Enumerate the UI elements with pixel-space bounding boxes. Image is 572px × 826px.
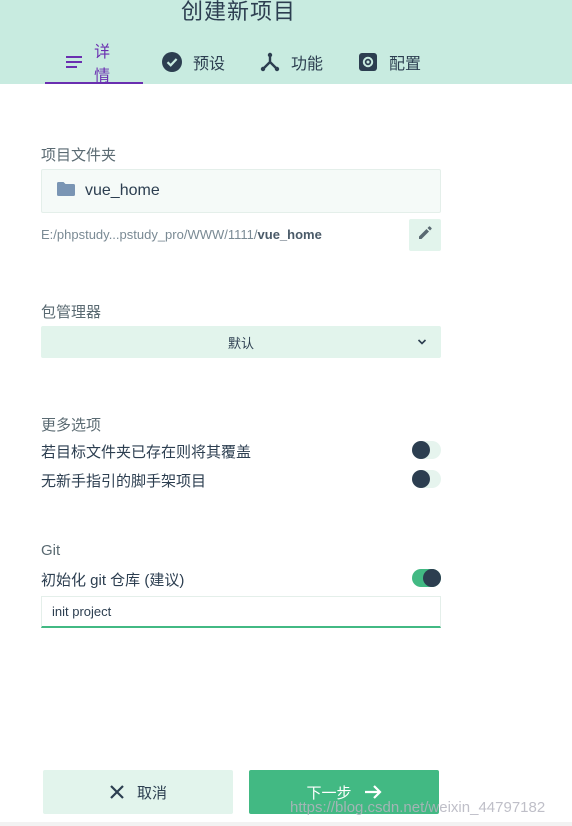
package-manager-label: 包管理器 [41,304,102,321]
commit-message-input[interactable] [41,596,441,628]
git-section-label: Git [41,542,61,559]
cancel-button[interactable]: 取消 [43,770,233,814]
close-icon [109,784,125,800]
pencil-icon [418,225,432,245]
folder-path-name: vue_home [257,227,322,242]
tab-preset[interactable]: 预设 [161,40,253,84]
folder-name: vue_home [85,182,160,199]
bottom-divider [0,822,572,826]
git-init-toggle[interactable] [412,569,441,587]
watermark: https://blog.csdn.net/weixin_44797182 [290,799,546,816]
chevron-down-icon [417,335,427,350]
folder-section-label: 项目文件夹 [41,147,117,164]
cancel-label: 取消 [136,784,167,802]
folder-path: E:/phpstudy...pstudy_pro/WWW/1111/vue_ho… [41,227,322,242]
page-title: 创建新项目 [181,0,297,24]
folder-icon [57,181,75,201]
tab-preset-label: 预设 [193,56,226,73]
package-manager-select[interactable]: 默认 [41,326,441,358]
check-circle-icon [161,51,183,73]
folder-path-prefix: E:/phpstudy...pstudy_pro/WWW/1111/ [41,227,258,242]
package-manager-value: 默认 [227,335,254,351]
toggle-knob [412,470,430,488]
tab-config[interactable]: 配置 [357,40,437,84]
toggle-knob [423,569,441,587]
folder-field[interactable]: vue_home [41,169,441,213]
merge-icon [259,51,281,73]
git-init-label: 初始化 git 仓库 (建议) [41,572,185,589]
settings-icon [357,51,379,73]
overwrite-toggle[interactable] [412,441,441,459]
tab-details[interactable]: 详情 [45,40,143,85]
tab-features[interactable]: 功能 [259,40,347,84]
toggle-knob [412,441,430,459]
overwrite-option-label: 若目标文件夹已存在则将其覆盖 [41,444,252,461]
tab-details-label: 详情 [94,44,111,85]
skip-getstarted-toggle[interactable] [412,470,441,488]
tab-features-label: 功能 [291,56,324,73]
skip-getstarted-option-label: 无新手指引的脚手架项目 [41,473,207,490]
edit-path-button[interactable] [409,219,441,251]
create-project-page: 创建新项目 详情 预设 功能 配置 项目文件夹 vue_home E:/phps… [0,0,572,826]
tab-config-label: 配置 [389,56,422,73]
more-options-label: 更多选项 [41,417,102,434]
arrow-right-icon [364,784,382,800]
list-icon [63,51,84,73]
header: 创建新项目 详情 预设 功能 配置 [0,0,572,85]
tab-bar: 详情 预设 功能 配置 [45,40,437,85]
